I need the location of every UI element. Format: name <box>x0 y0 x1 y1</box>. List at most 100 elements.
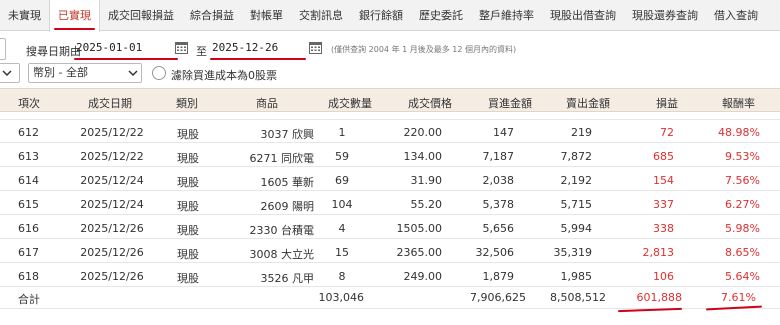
cell-price: 55.20 <box>410 198 443 211</box>
cell-product: 3008 大立光 <box>249 248 315 261</box>
calendar-icon[interactable] <box>175 42 188 54</box>
cell-price: 2365.00 <box>396 246 443 259</box>
total-return: 7.61% <box>721 291 756 304</box>
exclude-zero-cost-checkbox[interactable] <box>152 66 166 80</box>
total-pl: 601,888 <box>636 291 683 304</box>
cell-product: 2609 陽明 <box>260 200 315 213</box>
tab-10[interactable]: 現股還券查詢 <box>624 0 706 31</box>
cell-qty: 69 <box>335 174 349 187</box>
tab-11[interactable]: 借入查詢 <box>706 0 766 31</box>
cell-product: 6271 同欣電 <box>249 152 315 165</box>
tab-3[interactable]: 綜合損益 <box>182 0 242 31</box>
account-selector[interactable] <box>0 38 6 60</box>
cell-no: 612 <box>18 126 39 139</box>
tab-6[interactable]: 銀行餘額 <box>351 0 411 31</box>
table-row-partial <box>0 112 780 120</box>
total-buy: 7,906,625 <box>470 291 526 304</box>
column-header-pl[interactable]: 損益 <box>656 95 678 111</box>
tab-7[interactable]: 歷史委託 <box>411 0 471 31</box>
cell-type: 現股 <box>177 176 199 189</box>
cell-ret: 9.53% <box>725 150 760 163</box>
cell-sell: 5,994 <box>560 222 593 235</box>
cell-date: 2025/12/22 <box>80 126 144 139</box>
start-date-annotation <box>74 58 178 60</box>
cell-no: 616 <box>18 222 39 235</box>
cell-ret: 5.64% <box>725 270 760 283</box>
column-header-product[interactable]: 商品 <box>256 95 278 111</box>
cell-buy: 2,038 <box>482 174 515 187</box>
column-header-no[interactable]: 項次 <box>18 95 40 111</box>
cell-no: 617 <box>18 246 39 259</box>
cell-date: 2025/12/26 <box>80 246 144 259</box>
column-header-qty[interactable]: 成交數量 <box>328 95 372 111</box>
date-filter-row: 搜尋日期由 2025-01-01 至 2025-12-26 (僅供查詢 2004… <box>0 36 780 62</box>
cell-qty: 8 <box>338 270 346 283</box>
chevron-down-icon <box>128 70 138 77</box>
tab-9[interactable]: 現股出借查詢 <box>542 0 624 31</box>
category-filter-row: 幣別 - 全部 濾除買進成本為0股票 <box>0 62 780 84</box>
end-date-annotation <box>210 58 306 60</box>
tab-5[interactable]: 交割訊息 <box>291 0 351 31</box>
cell-ret: 5.98% <box>725 222 760 235</box>
cell-buy: 5,656 <box>482 222 515 235</box>
total-label: 合計 <box>18 293 40 306</box>
cell-sell: 2,192 <box>560 174 593 187</box>
cell-product: 1605 華新 <box>260 176 315 189</box>
cell-sell: 219 <box>571 126 592 139</box>
cell-buy: 1,879 <box>482 270 515 283</box>
tab-1[interactable]: 已實現 <box>49 0 100 32</box>
table-header: 項次 成交日期 類別 商品 成交數量 成交價格 買進金額 賣出金額 損益 報酬率 <box>0 88 780 112</box>
to-label: 至 <box>196 45 207 58</box>
tab-8[interactable]: 整戶維持率 <box>471 0 542 31</box>
column-header-price[interactable]: 成交價格 <box>408 95 452 111</box>
column-header-date[interactable]: 成交日期 <box>88 95 132 111</box>
column-header-return[interactable]: 報酬率 <box>722 95 755 111</box>
cell-sell: 1,985 <box>560 270 593 283</box>
column-header-type[interactable]: 類別 <box>176 95 198 111</box>
market-select[interactable] <box>0 63 20 83</box>
cell-price: 220.00 <box>403 126 443 139</box>
cell-no: 614 <box>18 174 39 187</box>
currency-select[interactable]: 幣別 - 全部 <box>28 63 142 83</box>
cell-buy: 5,378 <box>482 198 515 211</box>
tab-bar: 未實現 已實現 成交回報損益 綜合損益 對帳單 交割訊息 銀行餘額 歷史委託 整戶維持率 現股出借… <box>0 0 780 32</box>
cell-pl: 337 <box>653 198 674 211</box>
cell-date: 2025/12/26 <box>80 222 144 235</box>
cell-no: 613 <box>18 150 39 163</box>
column-header-buy[interactable]: 買進金額 <box>488 95 532 111</box>
date-range-label: 搜尋日期由 <box>26 45 81 58</box>
cell-qty: 4 <box>338 222 346 235</box>
calendar-icon[interactable] <box>309 42 322 54</box>
cell-pl: 72 <box>660 126 674 139</box>
cell-sell: 35,319 <box>553 246 593 259</box>
query-note: (僅供查詢 2004 年 1 月後及最多 12 個月內的資料) <box>331 45 517 54</box>
table-row[interactable]: 615 2025/12/24 現股 2609 陽明 104 55.20 5,378 5,715… <box>0 192 780 215</box>
tab-2[interactable]: 成交回報損益 <box>100 0 182 31</box>
cell-qty: 104 <box>331 198 353 211</box>
cell-sell: 7,872 <box>560 150 593 163</box>
cell-date: 2025/12/24 <box>80 174 144 187</box>
table-row[interactable]: 616 2025/12/26 現股 2330 台積電 4 1505.00 5,656 5,99… <box>0 216 780 239</box>
cell-no: 615 <box>18 198 39 211</box>
cell-price: 249.00 <box>403 270 443 283</box>
cell-type: 現股 <box>177 248 199 261</box>
cell-qty: 1 <box>338 126 346 139</box>
table-row[interactable]: 614 2025/12/24 現股 1605 華新 69 31.90 2,038 2,192 1… <box>0 168 780 191</box>
cell-price: 1505.00 <box>396 222 443 235</box>
cell-date: 2025/12/22 <box>80 150 144 163</box>
exclude-zero-cost-label: 濾除買進成本為0股票 <box>171 69 277 82</box>
cell-price: 31.90 <box>410 174 443 187</box>
cell-ret: 8.65% <box>725 246 760 259</box>
table-row[interactable]: 612 2025/12/22 現股 3037 欣興 1 220.00 147 219 72 48.… <box>0 120 780 143</box>
total-row: 合計 103,046 7,906,625 8,508,512 601,888 7… <box>0 283 780 309</box>
column-header-sell[interactable]: 賣出金額 <box>566 95 610 111</box>
tab-0[interactable]: 未實現 <box>0 0 49 31</box>
cell-qty: 59 <box>335 150 349 163</box>
cell-price: 134.00 <box>403 150 443 163</box>
table-row[interactable]: 617 2025/12/26 現股 3008 大立光 15 2365.00 32,506 35… <box>0 240 780 263</box>
tab-4[interactable]: 對帳單 <box>242 0 291 31</box>
total-sell: 8,508,512 <box>550 291 606 304</box>
cell-pl: 106 <box>653 270 674 283</box>
table-row[interactable]: 613 2025/12/22 現股 6271 同欣電 59 134.00 7,187 7,87… <box>0 144 780 167</box>
cell-type: 現股 <box>177 200 199 213</box>
